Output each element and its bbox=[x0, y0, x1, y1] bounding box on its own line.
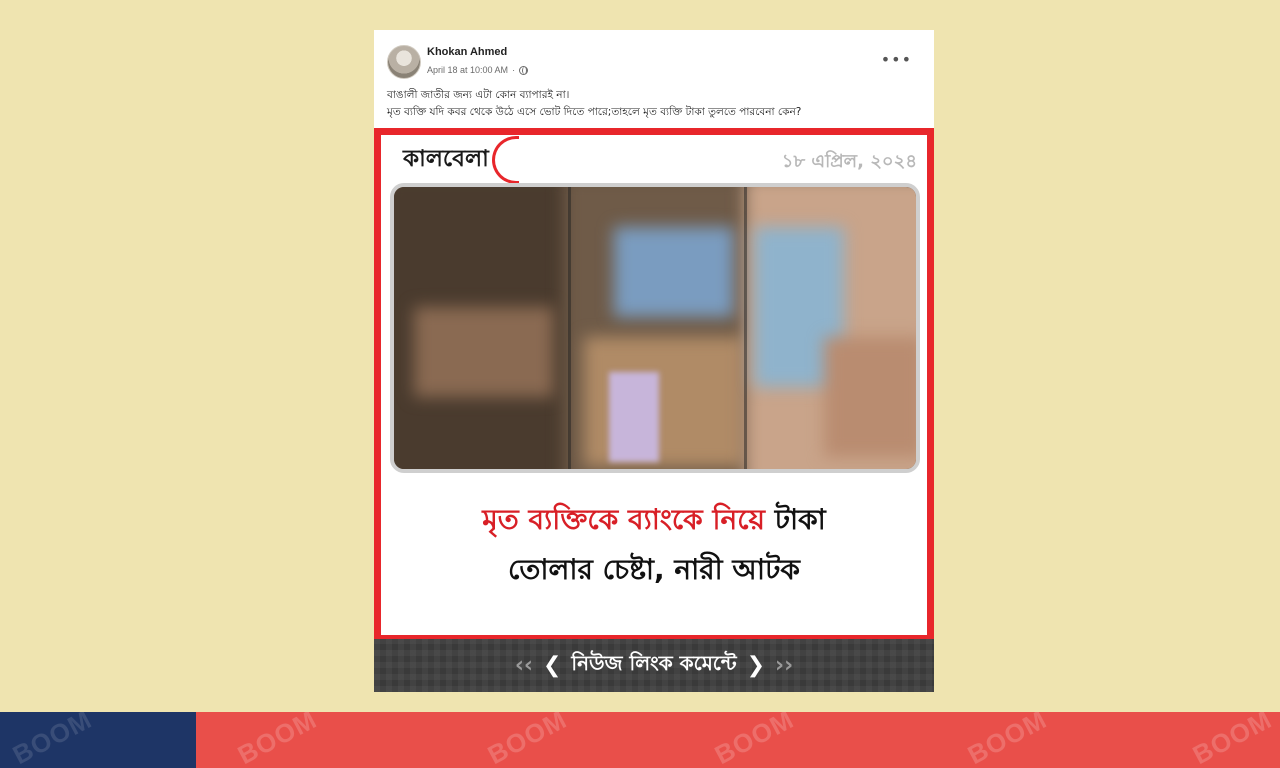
chevron-right-icon: ›› bbox=[775, 653, 794, 678]
news-headline: মৃত ব্যক্তিকে ব্যাংকে নিয়ে টাকা তোলার চ… bbox=[381, 495, 927, 595]
caption-line: বাঙালী জাতীর জন্য এটা কোন ব্যাপারই না। bbox=[387, 89, 570, 101]
boom-watermark: BOOM bbox=[482, 712, 572, 768]
kalbela-logo: কালবেলা bbox=[403, 145, 489, 172]
post-image[interactable]: কালবেলা ১৮ এপ্রিল, ২০২৪ মৃত ব্যক্তিকে ব্… bbox=[374, 128, 934, 692]
blurred-video-still bbox=[390, 183, 920, 473]
author-name[interactable]: Khokan Ahmed bbox=[427, 46, 507, 58]
boom-footer: BOOM BOOM BOOM BOOM BOOM BOOM bbox=[0, 712, 1280, 768]
news-card: কালবেলা ১৮ এপ্রিল, ২০২৪ মৃত ব্যক্তিকে ব্… bbox=[381, 135, 927, 635]
news-date: ১৮ এপ্রিল, ২০২৪ bbox=[781, 151, 917, 172]
post-caption: বাঙালী জাতীর জন্য এটা কোন ব্যাপারই না। ম… bbox=[387, 87, 801, 121]
author-avatar[interactable] bbox=[387, 45, 421, 79]
boom-watermark: BOOM bbox=[709, 712, 799, 768]
boom-watermark: BOOM bbox=[1187, 712, 1277, 768]
news-link-banner: ‹‹ ❮ নিউজ লিংক কমেন্টে ❯ ›› bbox=[374, 639, 934, 692]
post-header: Khokan Ahmed April 18 at 10:00 AM · ••• … bbox=[374, 30, 934, 126]
headline-red-text: মৃত ব্যক্তিকে ব্যাংকে নিয়ে bbox=[482, 503, 765, 536]
chevron-left-icon: ❮ bbox=[542, 653, 562, 678]
headline-line-2: তোলার চেষ্টা, নারী আটক bbox=[508, 553, 800, 586]
boom-watermark: BOOM bbox=[962, 712, 1052, 768]
logo-arc bbox=[492, 136, 519, 184]
headline-black-text: টাকা bbox=[774, 503, 826, 536]
boom-watermark: BOOM bbox=[232, 712, 322, 768]
post-meta: April 18 at 10:00 AM · bbox=[427, 65, 529, 75]
post-timestamp[interactable]: April 18 at 10:00 AM bbox=[427, 65, 508, 75]
banner-text: নিউজ লিংক কমেন্টে bbox=[571, 651, 737, 675]
chevron-left-icon: ‹‹ bbox=[514, 653, 533, 678]
caption-line: মৃত ব্যক্তি যদি কবর থেকে উঠে এসে ভোট দিত… bbox=[387, 106, 802, 118]
facebook-post: Khokan Ahmed April 18 at 10:00 AM · ••• … bbox=[374, 30, 934, 692]
chevron-right-icon: ❯ bbox=[746, 653, 766, 678]
more-options-icon[interactable]: ••• bbox=[881, 50, 912, 69]
globe-icon bbox=[519, 65, 529, 75]
